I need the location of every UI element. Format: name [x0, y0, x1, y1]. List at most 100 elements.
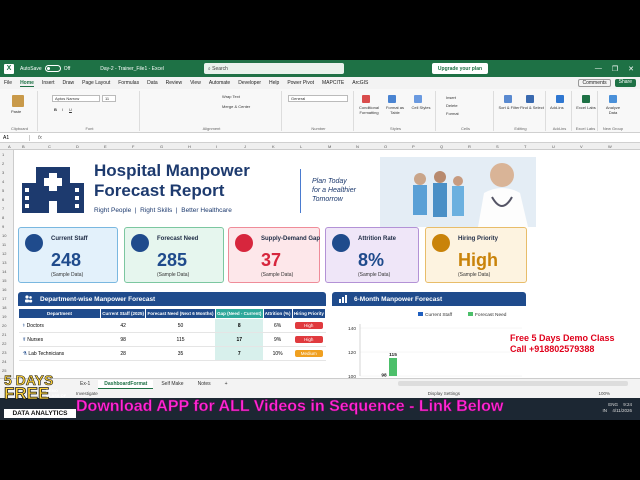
- row-header[interactable]: 3: [2, 170, 4, 175]
- row-header[interactable]: 16: [2, 287, 6, 292]
- column-header[interactable]: R: [468, 144, 471, 149]
- share-button[interactable]: Share: [614, 79, 636, 87]
- row-header[interactable]: 24: [2, 359, 6, 364]
- autosave-toggle[interactable]: [44, 65, 61, 72]
- menu-automate[interactable]: Automate: [209, 80, 230, 86]
- column-header[interactable]: O: [384, 144, 387, 149]
- column-header[interactable]: S: [496, 144, 499, 149]
- column-header[interactable]: Q: [440, 144, 443, 149]
- find-select-icon[interactable]: [526, 95, 534, 103]
- sheet-tab-dashboardformat[interactable]: DashboardFormat: [98, 379, 154, 389]
- conditional-formatting-icon[interactable]: [362, 95, 370, 103]
- row-header[interactable]: 12: [2, 251, 6, 256]
- row-header[interactable]: 15: [2, 278, 6, 283]
- row-header[interactable]: 14: [2, 269, 6, 274]
- search-input[interactable]: ⌕ Search: [203, 63, 344, 74]
- format-cells-button[interactable]: Format: [446, 111, 459, 116]
- minimize-button[interactable]: —: [595, 65, 602, 73]
- row-header[interactable]: 11: [2, 242, 6, 247]
- menu-developer[interactable]: Developer: [238, 80, 261, 86]
- menu-help[interactable]: Help: [269, 80, 279, 86]
- row-header[interactable]: 23: [2, 350, 6, 355]
- row-header[interactable]: 6: [2, 197, 4, 202]
- comments-button[interactable]: Comments: [578, 79, 611, 87]
- underline-button[interactable]: U: [69, 107, 72, 112]
- menu-formulas[interactable]: Formulas: [118, 80, 139, 86]
- row-header[interactable]: 10: [2, 233, 6, 238]
- row-header[interactable]: 20: [2, 323, 6, 328]
- italic-button[interactable]: I: [62, 107, 63, 112]
- horizontal-scrollbar[interactable]: [398, 381, 628, 386]
- name-box[interactable]: A1: [0, 134, 30, 141]
- column-header[interactable]: G: [160, 144, 163, 149]
- menu-power-pivot[interactable]: Power Pivot: [287, 80, 314, 86]
- menu-arcgis[interactable]: ArcGIS: [352, 80, 368, 86]
- column-header[interactable]: L: [300, 144, 302, 149]
- column-header[interactable]: I: [216, 144, 217, 149]
- row-header[interactable]: 19: [2, 314, 6, 319]
- menu-insert[interactable]: Insert: [42, 80, 55, 86]
- analyze-data-icon[interactable]: [609, 95, 617, 103]
- sort-filter-icon[interactable]: [504, 95, 512, 103]
- row-header[interactable]: 18: [2, 305, 6, 310]
- column-header[interactable]: M: [328, 144, 331, 149]
- display-settings-button[interactable]: Display Settings: [428, 391, 460, 396]
- insert-cells-button[interactable]: Insert: [446, 95, 456, 100]
- column-header[interactable]: F: [132, 144, 134, 149]
- column-header[interactable]: C: [48, 144, 51, 149]
- column-header[interactable]: N: [356, 144, 359, 149]
- column-header[interactable]: E: [104, 144, 107, 149]
- row-header[interactable]: 4: [2, 179, 4, 184]
- column-header[interactable]: U: [552, 144, 555, 149]
- column-header[interactable]: W: [608, 144, 612, 149]
- format-as-table-icon[interactable]: [388, 95, 396, 103]
- column-header[interactable]: K: [272, 144, 275, 149]
- sheet-tab-notes[interactable]: Notes: [192, 380, 217, 388]
- bold-button[interactable]: B: [54, 107, 57, 112]
- maximize-button[interactable]: ❐: [612, 65, 618, 73]
- row-header[interactable]: 9: [2, 224, 4, 229]
- menu-draw[interactable]: Draw: [62, 80, 74, 86]
- cell-styles-icon[interactable]: [414, 95, 422, 103]
- column-header[interactable]: T: [524, 144, 526, 149]
- row-header[interactable]: 5: [2, 188, 4, 193]
- zoom-level[interactable]: 100%: [598, 391, 610, 396]
- row-header[interactable]: 22: [2, 341, 6, 346]
- row-header[interactable]: 13: [2, 260, 6, 265]
- row-header[interactable]: 1: [2, 152, 4, 157]
- paste-icon[interactable]: [12, 95, 24, 107]
- font-name-select[interactable]: Aptos Narrow: [52, 95, 100, 102]
- column-header[interactable]: H: [188, 144, 191, 149]
- font-size-select[interactable]: 11: [102, 95, 116, 102]
- excel-labs-icon[interactable]: [582, 95, 590, 103]
- row-header[interactable]: 21: [2, 332, 6, 337]
- row-header[interactable]: 2: [2, 161, 4, 166]
- menu-home[interactable]: Home: [20, 80, 34, 87]
- number-format-select[interactable]: General: [288, 95, 348, 102]
- menu-view[interactable]: View: [190, 80, 201, 86]
- menu-mapcite[interactable]: MAPCITE: [322, 80, 344, 86]
- column-header[interactable]: J: [244, 144, 246, 149]
- column-header[interactable]: D: [76, 144, 79, 149]
- row-header[interactable]: 8: [2, 215, 4, 220]
- sheet-tab-self-make[interactable]: Self Make: [155, 380, 189, 388]
- column-header[interactable]: P: [412, 144, 415, 149]
- merge-center-button[interactable]: Merge & Center: [222, 104, 250, 109]
- column-header[interactable]: V: [580, 144, 583, 149]
- add-ins-icon[interactable]: [556, 95, 564, 103]
- add-sheet-button[interactable]: +: [219, 380, 234, 388]
- column-header[interactable]: A: [8, 144, 11, 149]
- conditional-formatting-label: Conditional Formatting: [358, 105, 379, 115]
- wrap-text-button[interactable]: Wrap Text: [222, 94, 240, 99]
- menu-file[interactable]: File: [4, 80, 12, 86]
- close-button[interactable]: ✕: [628, 65, 634, 73]
- delete-cells-button[interactable]: Delete: [446, 103, 458, 108]
- sheet-tab-ex1[interactable]: Ex-1: [74, 380, 96, 388]
- column-header[interactable]: B: [22, 144, 25, 149]
- upgrade-button[interactable]: Upgrade your plan: [431, 63, 489, 74]
- row-header[interactable]: 7: [2, 206, 4, 211]
- menu-data[interactable]: Data: [147, 80, 158, 86]
- row-header[interactable]: 17: [2, 296, 6, 301]
- menu-page-layout[interactable]: Page Layout: [82, 80, 110, 86]
- menu-review[interactable]: Review: [166, 80, 182, 86]
